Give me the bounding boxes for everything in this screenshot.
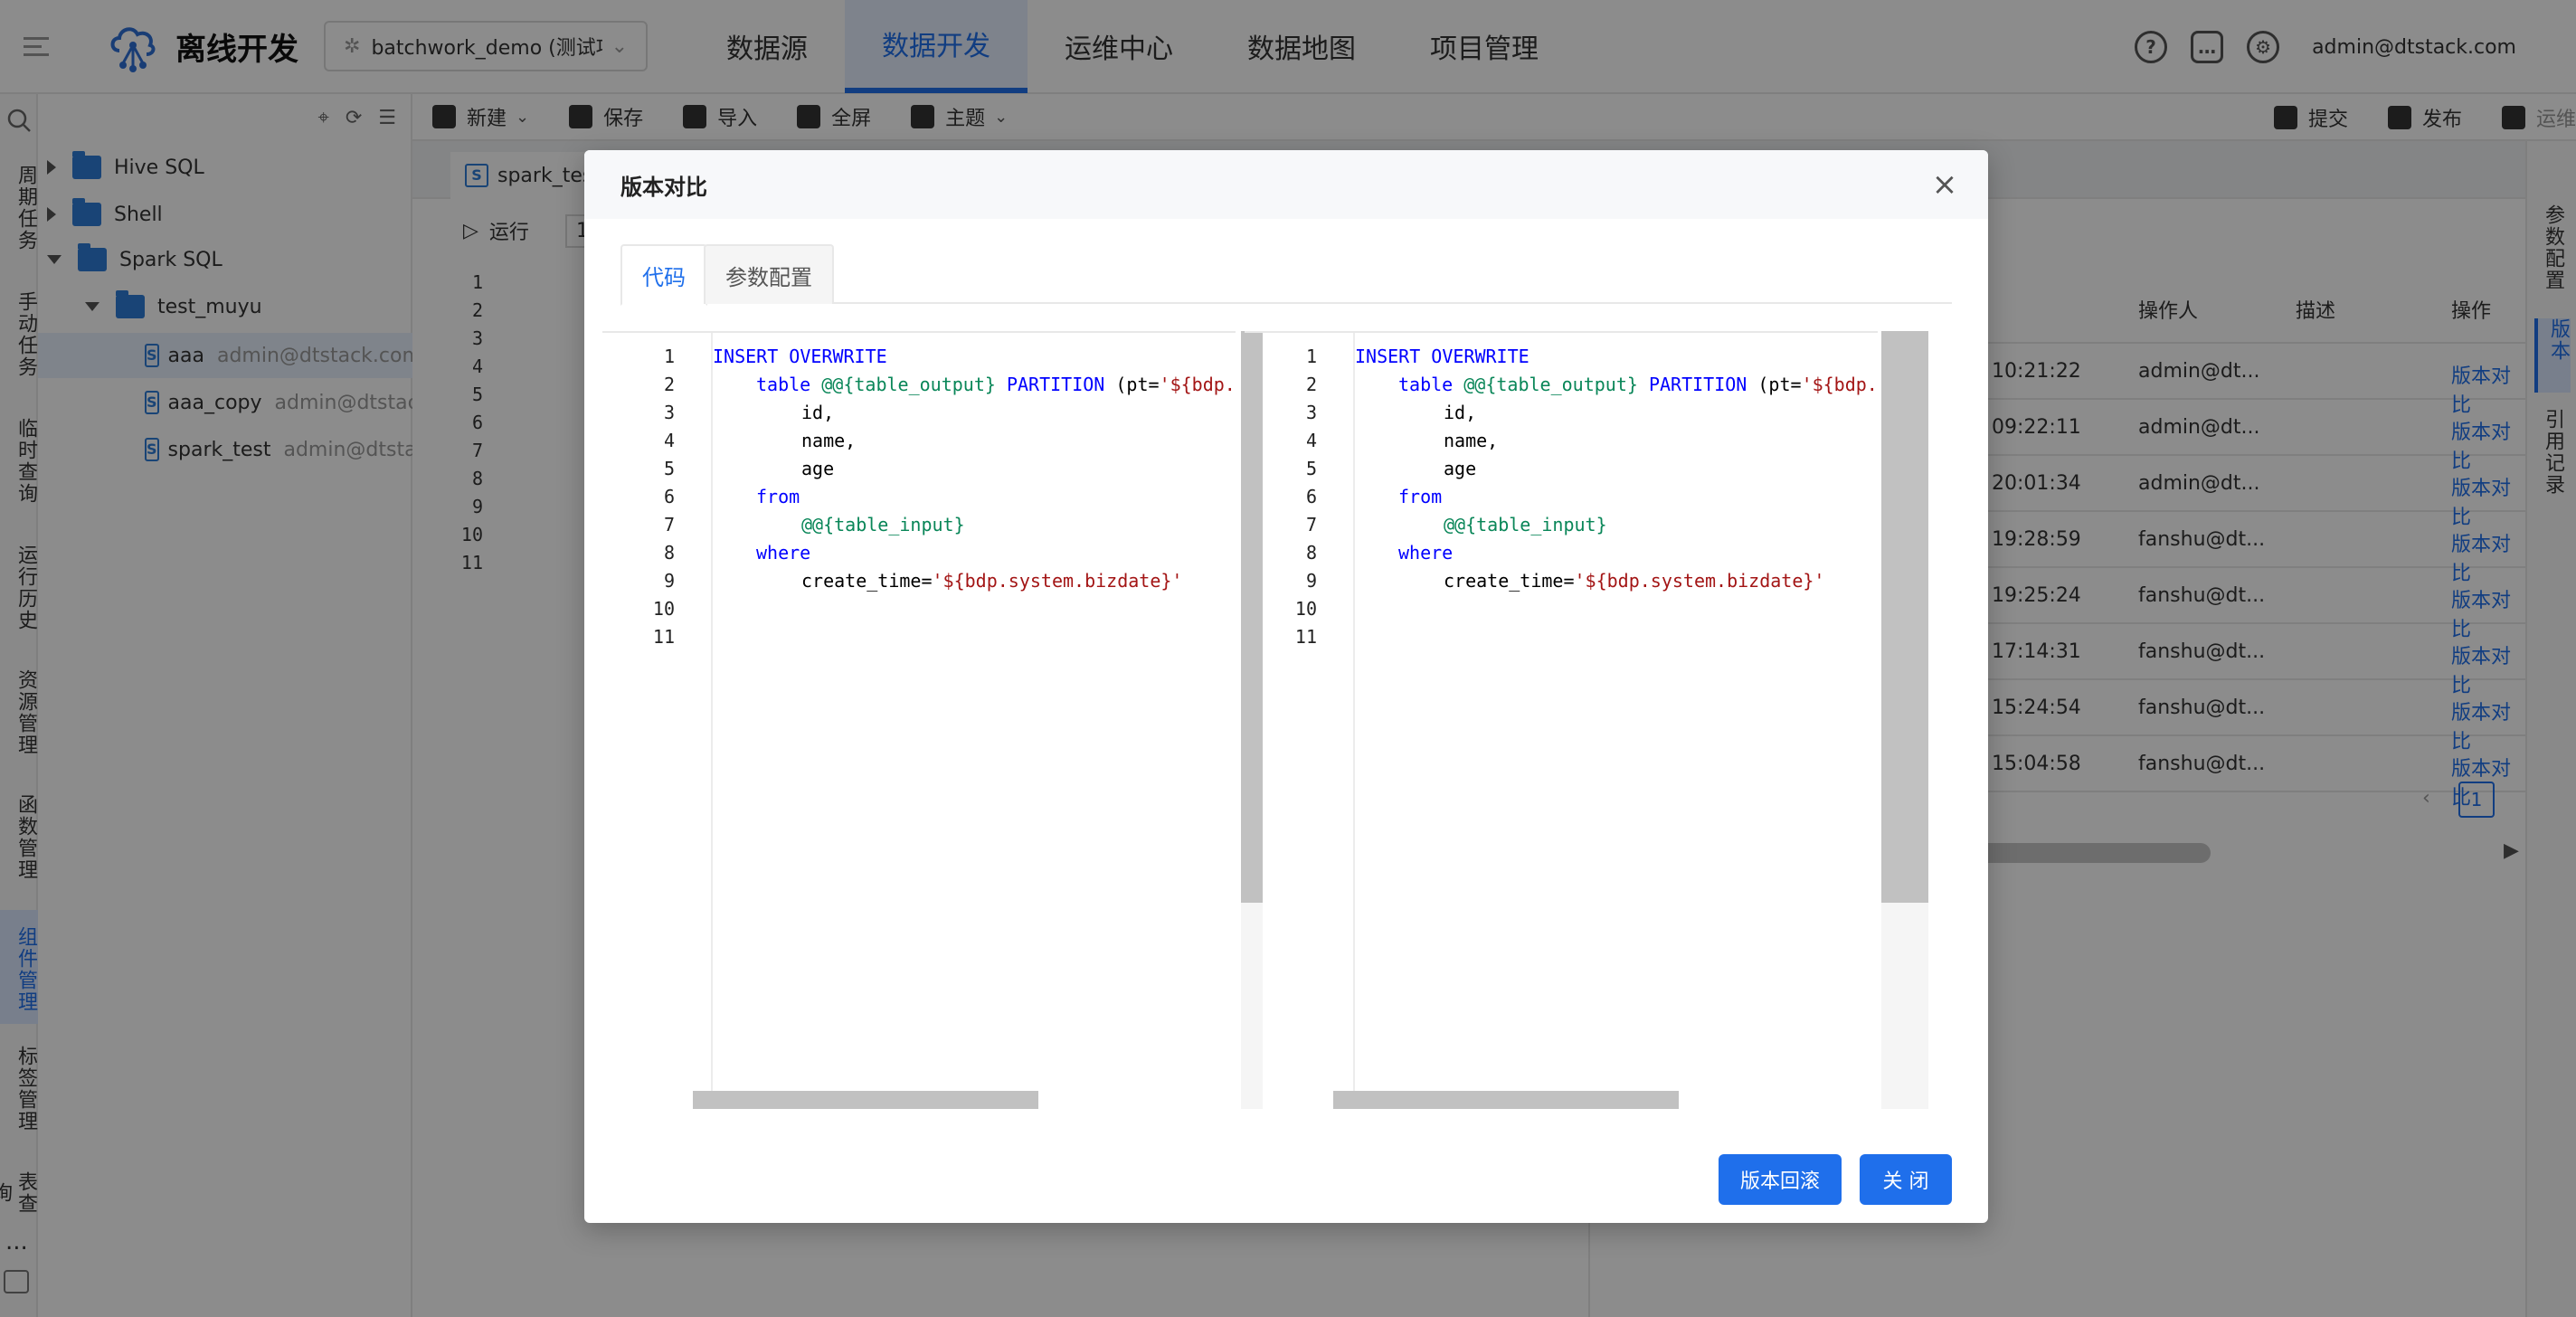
line-number: 1 [1305,346,1317,367]
line-number: 11 [652,626,675,648]
line-number: 5 [663,458,675,479]
close-button[interactable]: 关 闭 [1860,1154,1952,1205]
modal-title: 版本对比 [620,174,707,200]
code-line-6: from [756,486,800,507]
line-number: 3 [663,402,675,423]
horizontal-scrollbar-right[interactable] [1333,1091,1679,1109]
line-number: 7 [663,514,675,535]
line-number: 9 [1305,570,1317,592]
line-number: 7 [1305,514,1317,535]
code-line-7: @@{table_input} [1444,514,1607,535]
line-number: 8 [663,542,675,564]
line-gutter: 1 2 3 4 5 6 7 8 9 10 11 [602,333,696,1109]
code-area-right[interactable]: INSERT OVERWRITE table @@{table_output} … [1353,333,1878,1109]
line-number: 3 [1305,402,1317,423]
line-number: 5 [1305,458,1317,479]
version-compare-modal: 版本对比 × 代码 参数配置 1 2 3 4 5 6 7 8 9 10 11 I… [584,150,1988,1223]
code-line-9: create_time='${bdp.system.bizdate}' [801,570,1183,592]
code-line-5: age [1444,458,1477,479]
code-line-7: @@{table_input} [801,514,965,535]
diff-pane-right[interactable]: 1 2 3 4 5 6 7 8 9 10 11 INSERT OVERWRITE… [1245,331,1878,1109]
horizontal-scrollbar-left[interactable] [693,1091,1038,1109]
code-line-2: table @@{table_output} PARTITION (pt='${… [1398,374,1878,395]
tab-code[interactable]: 代码 [620,244,707,306]
close-icon[interactable]: × [1928,168,1961,201]
rollback-button[interactable]: 版本回滚 [1719,1154,1842,1205]
line-number: 10 [1294,598,1317,620]
modal-tabs: 代码 参数配置 [620,244,1952,306]
line-number: 1 [663,346,675,367]
code-line-1: INSERT OVERWRITE [713,346,887,367]
code-line-8: where [756,542,811,564]
line-number: 6 [663,486,675,507]
line-number: 8 [1305,542,1317,564]
vertical-scrollbar-right[interactable] [1881,331,1928,903]
line-number: 4 [663,430,675,451]
line-number: 2 [1305,374,1317,395]
code-line-2: table @@{table_output} PARTITION (pt='${… [756,374,1236,395]
code-line-5: age [801,458,835,479]
code-line-8: where [1398,542,1454,564]
tab-params[interactable]: 参数配置 [704,244,834,304]
line-number: 9 [663,570,675,592]
code-line-9: create_time='${bdp.system.bizdate}' [1444,570,1825,592]
code-line-3: id, [1444,402,1477,423]
line-number: 6 [1305,486,1317,507]
code-line-1: INSERT OVERWRITE [1355,346,1530,367]
line-number: 10 [652,598,675,620]
code-line-4: name, [801,430,857,451]
code-area-left[interactable]: INSERT OVERWRITE table @@{table_output} … [711,333,1236,1109]
code-line-4: name, [1444,430,1499,451]
modal-header: 版本对比 [584,150,1988,219]
line-number: 11 [1294,626,1317,648]
line-number: 4 [1305,430,1317,451]
line-number: 2 [663,374,675,395]
diff-pane-left[interactable]: 1 2 3 4 5 6 7 8 9 10 11 INSERT OVERWRITE… [602,331,1236,1109]
line-gutter: 1 2 3 4 5 6 7 8 9 10 11 [1245,333,1339,1109]
code-line-6: from [1398,486,1443,507]
code-line-3: id, [801,402,835,423]
